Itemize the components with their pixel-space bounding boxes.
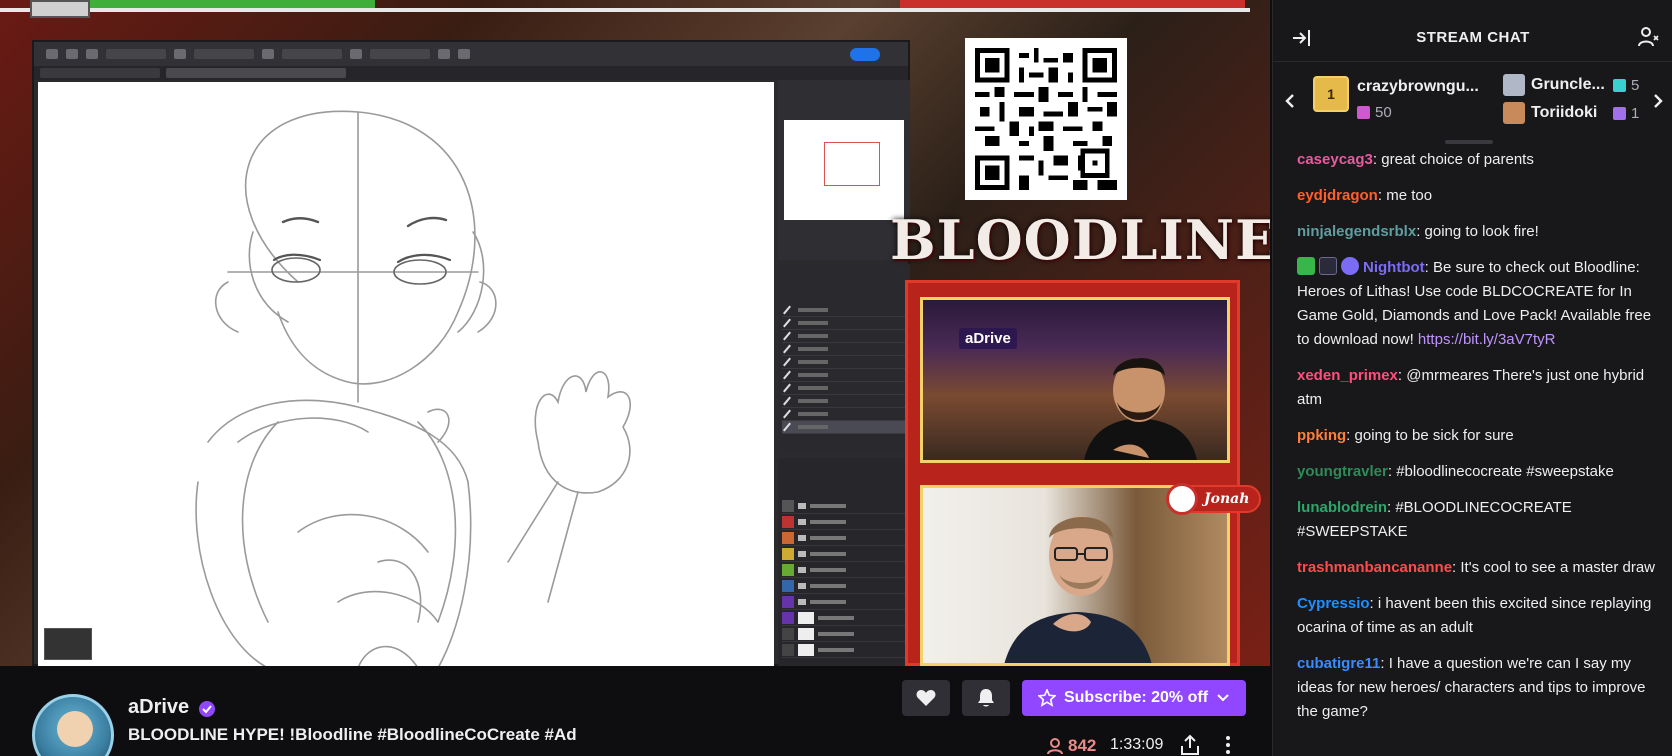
- chat-username[interactable]: caseycag3: [1297, 151, 1373, 168]
- chat-text: : me too: [1377, 187, 1433, 204]
- gift-icon: [1357, 106, 1370, 119]
- chat-username[interactable]: ninjalegendsrblx: [1297, 223, 1416, 240]
- chat-message: youngtravler: #bloodlinecocreate #sweeps…: [1297, 460, 1657, 484]
- chat-message-list: caseycag3: great choice of parents eydjd…: [1297, 148, 1657, 736]
- chat-username[interactable]: xeden_primex: [1297, 367, 1398, 384]
- chat-username[interactable]: lunablodrein: [1297, 499, 1387, 516]
- gift-rank-1-badge: 1: [1313, 76, 1349, 112]
- gift-leader-1-name[interactable]: crazybrowngu...: [1357, 78, 1479, 96]
- heart-icon: [916, 690, 936, 706]
- chat-text: : #bloodlinecocreate #sweepstake: [1387, 463, 1614, 480]
- gift-rank-3-badge: [1503, 102, 1525, 124]
- qr-code-graphic: [975, 48, 1117, 190]
- verified-icon: [199, 701, 215, 717]
- chat-message: xeden_primex: @mrmeares There's just one…: [1297, 364, 1657, 412]
- guest-person: [1004, 516, 1152, 663]
- chat-title: STREAM CHAT: [1416, 29, 1530, 46]
- subscribe-button[interactable]: Subscribe: 20% off: [1022, 680, 1246, 716]
- chat-text: : going to be sick for sure: [1346, 427, 1514, 444]
- navigator-thumbnail: [784, 120, 904, 220]
- gift-leader-3-count-value: 1: [1631, 105, 1640, 122]
- viewer-count-value: 842: [1068, 736, 1097, 755]
- gift-leader-2-name[interactable]: Gruncle...: [1531, 76, 1605, 94]
- sketch-drawing: [195, 110, 632, 666]
- viewer-count: 842: [1046, 736, 1096, 756]
- chat-text: : It's cool to see a master draw: [1452, 559, 1655, 576]
- chat-message: Nightbot: Be sure to check out Bloodline…: [1297, 256, 1657, 352]
- top-divider: [0, 8, 1250, 12]
- video-player[interactable]: BLOODLINE aDrive Jonah: [0, 0, 1270, 666]
- chat-message: ninjalegendsrblx: going to look fire!: [1297, 220, 1657, 244]
- community-icon[interactable]: [1637, 26, 1661, 48]
- channel-avatar[interactable]: [32, 694, 114, 756]
- sword-badge-icon: [1297, 257, 1315, 275]
- gift-leader-2-count: 5: [1613, 77, 1639, 94]
- chat-username[interactable]: Cypressio: [1297, 595, 1370, 612]
- gift-leader-2-count-value: 5: [1631, 77, 1640, 94]
- viewer-icon: [1047, 738, 1063, 755]
- bloodline-logo: BLOODLINE: [890, 208, 1270, 272]
- subscribe-label: Subscribe: 20% off: [1063, 689, 1209, 706]
- chat-message: lunablodrein: #BLOODLINECOCREATE #SWEEPS…: [1297, 496, 1657, 544]
- top-progress-bar-red: [900, 0, 1245, 8]
- stream-chat-panel: STREAM CHAT 1 crazybrowngu... 50 Gruncle…: [1272, 0, 1672, 756]
- drawing-app-window: [32, 40, 910, 666]
- channel-info-bar: aDrive BLOODLINE HYPE! !Bloodline #Blood…: [0, 666, 1270, 756]
- channel-name[interactable]: aDrive: [128, 696, 189, 719]
- chat-text: : going to look fire!: [1416, 223, 1539, 240]
- drawing-app-toolbar: [34, 42, 908, 66]
- gift-icon: [1613, 107, 1626, 120]
- chevron-right-icon[interactable]: [1651, 92, 1665, 110]
- sparkle-badge-icon: [1319, 257, 1337, 275]
- follow-button[interactable]: [902, 680, 950, 716]
- chat-message: eydjdragon: me too: [1297, 184, 1657, 208]
- chat-link[interactable]: https://bit.ly/3aV7tyR: [1418, 331, 1556, 348]
- chat-username[interactable]: cubatigre11: [1297, 655, 1380, 672]
- more-options-icon[interactable]: [1220, 734, 1236, 756]
- chat-message: trashmanbancananne: It's cool to see a m…: [1297, 556, 1657, 580]
- host-person: [1084, 357, 1197, 460]
- chat-username[interactable]: youngtravler: [1297, 463, 1388, 480]
- gift-carousel-indicator: [1445, 140, 1493, 144]
- gift-leader-1-count-value: 50: [1375, 104, 1392, 121]
- chat-message: ppking: going to be sick for sure: [1297, 424, 1657, 448]
- chat-message: caseycag3: great choice of parents: [1297, 148, 1657, 172]
- gift-rank-2-badge: [1503, 74, 1525, 96]
- star-icon: [1037, 689, 1056, 707]
- gift-leader-3-name[interactable]: Toriidoki: [1531, 104, 1597, 122]
- webcam-host: aDrive: [920, 297, 1230, 463]
- share-icon[interactable]: [1180, 734, 1200, 756]
- gift-icon: [1613, 79, 1626, 92]
- stream-title: BLOODLINE HYPE! !Bloodline #BloodlineCoC…: [128, 725, 577, 744]
- brush-panel: [778, 264, 910, 454]
- chat-message: Cypressio: i havent been this excited si…: [1297, 592, 1657, 640]
- gift-leader-3-count: 1: [1613, 105, 1639, 122]
- chevron-down-icon: [1217, 694, 1229, 702]
- drawing-app-share-button: [850, 48, 880, 61]
- chat-username[interactable]: Nightbot: [1363, 259, 1425, 276]
- qr-code: [965, 38, 1127, 200]
- layers-panel: [778, 458, 910, 666]
- chat-message: cubatigre11: I have a question we're can…: [1297, 652, 1657, 724]
- gift-leaderboard: 1 crazybrowngu... 50 Gruncle... 5 Toriid…: [1273, 66, 1672, 136]
- notifications-button[interactable]: [962, 680, 1010, 716]
- chat-username[interactable]: trashmanbancananne: [1297, 559, 1452, 576]
- drawing-canvas: [38, 82, 774, 666]
- chat-text: : great choice of parents: [1372, 151, 1534, 168]
- bell-icon: [978, 689, 994, 707]
- navigator-viewport-rect: [824, 142, 880, 186]
- chat-username[interactable]: ppking: [1297, 427, 1346, 444]
- verified-badge-icon: [1341, 257, 1359, 275]
- webcam-channel-label: aDrive: [959, 328, 1017, 349]
- top-overlay-logo: [30, 0, 90, 18]
- chat-header: STREAM CHAT: [1273, 12, 1672, 62]
- drawing-app-tabs: [34, 66, 908, 80]
- chevron-left-icon[interactable]: [1283, 92, 1297, 110]
- gift-leader-1-count: 50: [1357, 104, 1392, 121]
- guest-badge-icon: [1166, 483, 1198, 515]
- stream-uptime: 1:33:09: [1110, 736, 1164, 753]
- canvas-tooltip: [44, 628, 92, 660]
- chat-username[interactable]: eydjdragon: [1297, 187, 1378, 204]
